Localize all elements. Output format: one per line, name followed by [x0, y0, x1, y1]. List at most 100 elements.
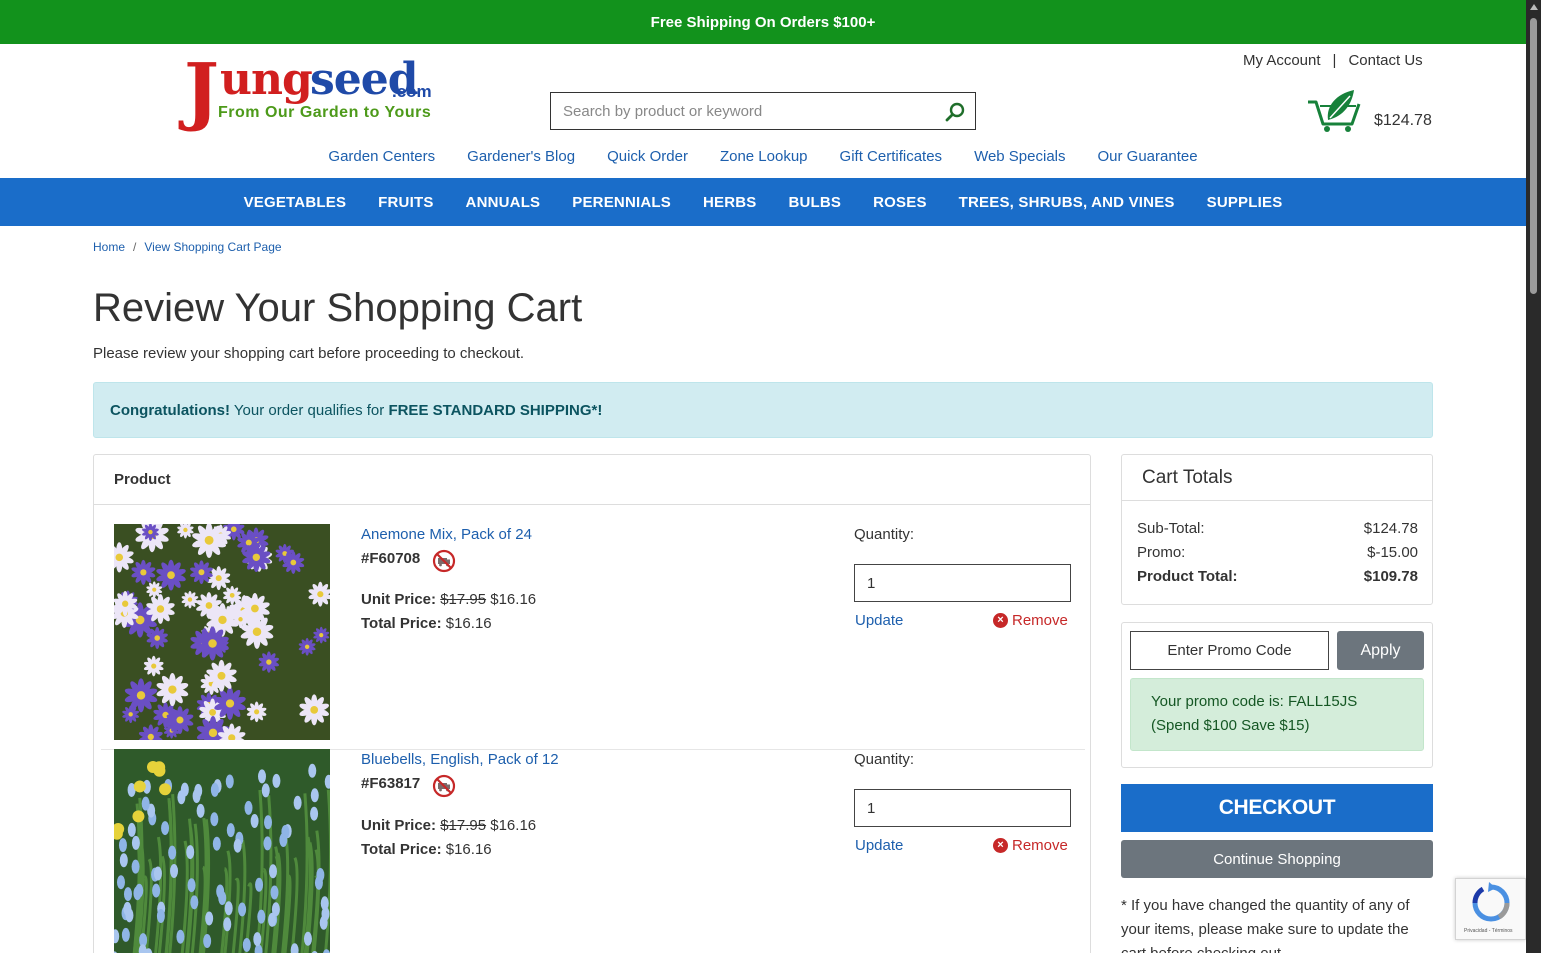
search-icon[interactable]: [945, 102, 965, 122]
recaptcha-badge[interactable]: Privacidad - Términos: [1455, 878, 1526, 940]
total-price: $16.16: [445, 841, 492, 858]
total-price-line: Total Price: $16.16: [361, 841, 492, 858]
promo-code-input[interactable]: [1130, 631, 1329, 670]
account-separator: |: [1332, 52, 1337, 69]
promo-code-panel: Apply Your promo code is: FALL15JS (Spen…: [1121, 622, 1433, 768]
my-account-link[interactable]: My Account: [1243, 52, 1321, 69]
update-link[interactable]: Update: [855, 837, 903, 854]
remove-link[interactable]: × Remove: [993, 837, 1068, 854]
site-logo[interactable]: J ung seed .com From Our Garden to Yours: [184, 52, 434, 132]
total-price-label: Total Price:: [361, 841, 442, 858]
update-quantity-note: * If you have changed the quantity of an…: [1121, 897, 1410, 953]
remove-label: Remove: [1012, 837, 1068, 854]
free-shipping-banner: Free Shipping On Orders $100+: [0, 0, 1526, 44]
checkout-button[interactable]: CHECKOUT: [1121, 784, 1433, 832]
quantity-input[interactable]: [854, 789, 1071, 827]
cart-item: Anemone Mix, Pack of 24 #F60708 Unit Pri…: [101, 524, 1085, 750]
search-input[interactable]: [551, 93, 931, 129]
anemone-photo: [114, 524, 330, 740]
product-name-link[interactable]: Anemone Mix, Pack of 24: [361, 526, 532, 543]
total-price-line: Total Price: $16.16: [361, 615, 492, 632]
subtotal-label: Sub-Total:: [1137, 520, 1205, 537]
header-cart-total[interactable]: $124.78: [1374, 112, 1432, 130]
update-link[interactable]: Update: [855, 612, 903, 629]
free-shipping-alert: Congratulations! Your order qualifies fo…: [93, 382, 1433, 438]
original-price: $17.95: [440, 817, 487, 834]
nav-annuals[interactable]: ANNUALS: [466, 194, 541, 211]
breadcrumb-separator: /: [133, 240, 137, 254]
search-box: [550, 92, 976, 130]
subtotal-row: Sub-Total: $124.78: [1137, 520, 1418, 537]
subnav-gift-certificates[interactable]: Gift Certificates: [840, 148, 943, 165]
product-sku: #F63817: [361, 775, 421, 792]
nav-herbs[interactable]: HERBS: [703, 194, 757, 211]
product-sku: #F60708: [361, 550, 421, 567]
bluebells-photo: [114, 749, 330, 953]
cart-icon[interactable]: [1306, 88, 1364, 134]
product-total-label: Product Total:: [1137, 568, 1238, 585]
logo-ung: ung: [220, 54, 313, 105]
remove-label: Remove: [1012, 612, 1068, 629]
products-header: Product: [94, 455, 1090, 505]
nav-perennials[interactable]: PERENNIALS: [572, 194, 671, 211]
page-title: Review Your Shopping Cart: [93, 286, 583, 330]
unit-price-label: Unit Price:: [361, 591, 437, 608]
unit-price-label: Unit Price:: [361, 817, 437, 834]
breadcrumb-home[interactable]: Home: [93, 240, 125, 254]
remove-link[interactable]: × Remove: [993, 612, 1068, 629]
promo-value: $-15.00: [1367, 544, 1418, 561]
logo-com: .com: [392, 82, 432, 101]
nav-fruits[interactable]: FRUITS: [378, 194, 433, 211]
promo-message-line1: Your promo code is: FALL15JS: [1151, 693, 1358, 710]
product-image-bluebells[interactable]: [114, 749, 330, 953]
cart-totals-panel: Cart Totals Sub-Total: $124.78 Promo: $-…: [1121, 454, 1433, 605]
unit-price-line: Unit Price: $17.95 $16.16: [361, 817, 536, 834]
no-shipping-restriction-icon: [432, 774, 456, 798]
alert-congrats: Congratulations!: [110, 401, 230, 419]
recaptcha-privacy-text[interactable]: Privacidad - Términos: [1464, 928, 1513, 934]
alert-free-shipping: FREE STANDARD SHIPPING*!: [388, 401, 603, 419]
recaptcha-icon: [1472, 882, 1510, 922]
category-nav: VEGETABLES FRUITS ANNUALS PERENNIALS HER…: [0, 178, 1526, 226]
cart-totals-header: Cart Totals: [1122, 455, 1432, 501]
product-image-anemone[interactable]: [114, 524, 330, 740]
unit-price: $16.16: [490, 817, 537, 834]
promo-message-line2: (Spend $100 Save $15): [1151, 717, 1310, 734]
free-shipping-text: Free Shipping On Orders $100+: [650, 13, 876, 31]
product-total-value: $109.78: [1363, 568, 1418, 585]
scrollbar-thumb[interactable]: [1530, 18, 1537, 294]
subnav-our-guarantee[interactable]: Our Guarantee: [1098, 148, 1198, 165]
cart-item: Bluebells, English, Pack of 12 #F63817 U…: [101, 749, 1085, 953]
subnav-zone-lookup[interactable]: Zone Lookup: [720, 148, 808, 165]
breadcrumb: Home / View Shopping Cart Page: [93, 240, 282, 254]
total-price-label: Total Price:: [361, 615, 442, 632]
remove-icon: ×: [993, 613, 1008, 628]
apply-promo-button[interactable]: Apply: [1337, 631, 1424, 670]
logo-tagline: From Our Garden to Yours: [218, 104, 432, 121]
cart-products-panel: Product Anemone Mix, Pack of 24 #F60708 …: [93, 454, 1091, 953]
subnav-gardeners-blog[interactable]: Gardener's Blog: [467, 148, 575, 165]
promo-success-message: Your promo code is: FALL15JS (Spend $100…: [1130, 678, 1424, 751]
quantity-input[interactable]: [854, 564, 1071, 602]
nav-vegetables[interactable]: VEGETABLES: [244, 194, 347, 211]
subnav-garden-centers[interactable]: Garden Centers: [328, 148, 435, 165]
subnav-web-specials[interactable]: Web Specials: [974, 148, 1065, 165]
subnav-quick-order[interactable]: Quick Order: [607, 148, 688, 165]
product-name-link[interactable]: Bluebells, English, Pack of 12: [361, 751, 559, 768]
nav-bulbs[interactable]: BULBS: [788, 194, 841, 211]
logo-j: J: [184, 48, 220, 134]
nav-roses[interactable]: ROSES: [873, 194, 927, 211]
page-scrollbar[interactable]: [1526, 0, 1541, 953]
alert-text: Your order qualifies for: [230, 401, 389, 419]
nav-trees-shrubs-vines[interactable]: TREES, SHRUBS, AND VINES: [959, 194, 1175, 211]
continue-shopping-button[interactable]: Continue Shopping: [1121, 840, 1433, 878]
nav-supplies[interactable]: SUPPLIES: [1207, 194, 1283, 211]
no-shipping-restriction-icon: [432, 549, 456, 573]
breadcrumb-current[interactable]: View Shopping Cart Page: [144, 240, 281, 254]
quantity-label: Quantity:: [854, 526, 915, 543]
contact-us-link[interactable]: Contact Us: [1348, 52, 1422, 69]
unit-price: $16.16: [490, 591, 537, 608]
account-links: My Account | Contact Us: [1243, 52, 1423, 69]
scroll-up-icon[interactable]: [1530, 4, 1538, 10]
product-total-row: Product Total: $109.78: [1137, 568, 1418, 585]
